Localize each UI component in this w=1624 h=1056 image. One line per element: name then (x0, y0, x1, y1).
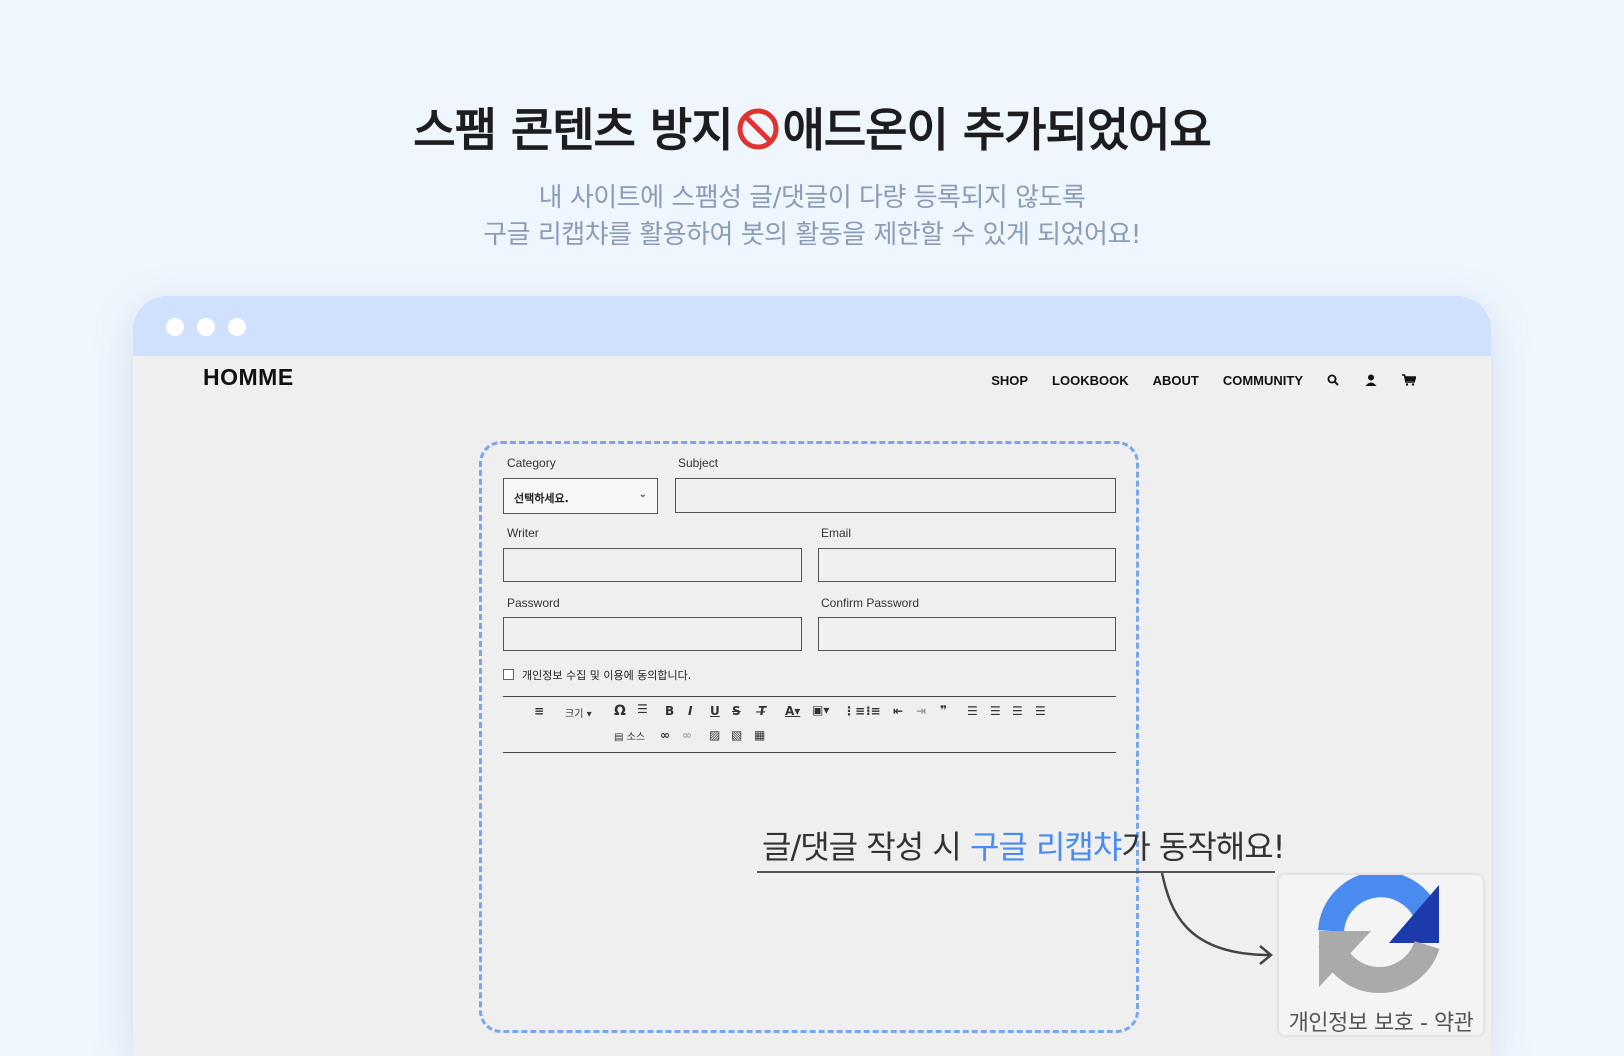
clear-format-icon[interactable]: T̶ (758, 704, 766, 718)
category-select-value: 선택하세요. (514, 492, 569, 505)
arrow-icon (1160, 872, 1273, 965)
window-dot-minimize[interactable] (197, 318, 215, 336)
menu-item-about[interactable]: ABOUT (1153, 373, 1199, 388)
link-icon[interactable]: ∞ (660, 728, 670, 742)
category-label: Category (507, 456, 556, 470)
outdent-icon[interactable]: ⇤ (893, 704, 903, 718)
special-char-icon[interactable]: Ω (614, 703, 626, 719)
hero-subtitle-line1: 내 사이트에 스팸성 글/댓글이 다량 등록되지 않도록 (538, 183, 1086, 213)
search-icon[interactable] (1325, 372, 1341, 388)
window-dot-close[interactable] (166, 318, 184, 336)
indent-icon[interactable]: ⇥ (916, 704, 926, 718)
category-select[interactable]: 선택하세요. ⌄ (503, 478, 658, 514)
horizontal-rule-icon[interactable]: ☰ (637, 702, 648, 716)
annotation-text: 글/댓글 작성 시 구글 리캡챠가 동작해요! (762, 822, 1286, 868)
hero-subtitle: 내 사이트에 스팸성 글/댓글이 다량 등록되지 않도록 구글 리캡챠를 활용하… (0, 180, 1624, 254)
subject-label: Subject (678, 456, 719, 470)
site-header: HOMME SHOP LOOKBOOK ABOUT COMMUNITY (133, 356, 1491, 416)
align-center-icon[interactable]: ☰ (990, 704, 1001, 718)
text-color-icon[interactable]: A▾ (785, 704, 800, 718)
paragraph-format-icon[interactable]: ≡ (534, 704, 544, 718)
password-label: Password (507, 596, 560, 610)
source-label: 소스 (626, 732, 646, 743)
privacy-agree-label: 개인정보 수집 및 이용에 동의합니다. (522, 669, 692, 682)
subject-input[interactable] (675, 478, 1116, 513)
hero-title: 스팸 콘텐츠 방지 애드온이 추가되었어요 (0, 98, 1624, 162)
menu-item-shop[interactable]: SHOP (991, 373, 1028, 388)
password-input[interactable] (503, 617, 802, 651)
editor-toolbar-border (503, 752, 1116, 753)
recaptcha-terms-link[interactable]: 약관 (1434, 1011, 1474, 1036)
write-form-highlight (479, 441, 1139, 1033)
hero-subtitle-line2: 구글 리캡챠를 활용하여 봇의 활동을 제한할 수 있게 되었어요! (483, 220, 1141, 250)
confirm-password-input[interactable] (818, 617, 1116, 651)
bold-icon[interactable]: B (665, 704, 674, 718)
unlink-icon[interactable]: ∞ (682, 728, 692, 742)
browser-titlebar (133, 296, 1491, 356)
menu-item-community[interactable]: COMMUNITY (1223, 373, 1303, 388)
main-menu: SHOP LOOKBOOK ABOUT COMMUNITY (967, 372, 1417, 388)
annotation-accent: 구글 리캡챠 (969, 828, 1122, 866)
source-button[interactable]: ▤ 소스 (614, 728, 645, 743)
cart-icon[interactable] (1401, 372, 1417, 388)
video-icon[interactable]: ▦ (754, 728, 765, 742)
strikethrough-icon[interactable]: S (732, 704, 741, 718)
font-size-label: 크기 (565, 709, 584, 720)
site-logo[interactable]: HOMME (203, 364, 294, 391)
italic-icon[interactable]: I (688, 704, 692, 718)
prohibited-icon (737, 108, 779, 150)
underline-icon[interactable]: U (710, 704, 720, 718)
recaptcha-logo-icon (1318, 871, 1440, 994)
recaptcha-separator: - (1413, 1011, 1434, 1036)
align-right-icon[interactable]: ☰ (1012, 704, 1023, 718)
blockquote-icon[interactable]: ❞ (940, 703, 947, 717)
align-justify-icon[interactable]: ☰ (1035, 704, 1046, 718)
email-label: Email (821, 526, 852, 540)
recaptcha-links: 개인정보 보호 - 약관 (1279, 1005, 1483, 1037)
window-dot-maximize[interactable] (228, 318, 246, 336)
hero-title-after: 애드온이 추가되었어요 (782, 103, 1212, 157)
annotation-before: 글/댓글 작성 시 (762, 828, 970, 866)
annotation-after: 가 동작해요! (1121, 828, 1285, 866)
bullet-list-icon[interactable]: ⁝≡ (866, 704, 881, 718)
writer-label: Writer (507, 526, 539, 540)
background-color-icon[interactable]: ▣▾ (812, 703, 829, 717)
confirm-password-label: Confirm Password (821, 596, 920, 610)
multi-image-icon[interactable]: ▧ (731, 728, 742, 742)
chevron-down-icon: ⌄ (638, 489, 647, 500)
align-left-icon[interactable]: ☰ (967, 704, 978, 718)
recaptcha-badge[interactable]: 개인정보 보호 - 약관 (1279, 871, 1483, 1037)
recaptcha-privacy-link[interactable]: 개인정보 보호 (1289, 1011, 1414, 1036)
user-icon[interactable] (1363, 372, 1379, 388)
writer-input[interactable] (503, 548, 802, 582)
email-input[interactable] (818, 548, 1116, 582)
hero-title-before: 스팸 콘텐츠 방지 (413, 103, 733, 157)
font-size-dropdown[interactable]: 크기 ▾ (565, 705, 592, 720)
numbered-list-icon[interactable]: ⋮≡ (843, 704, 865, 718)
privacy-agree-checkbox[interactable] (503, 669, 514, 680)
editor-top-border (503, 696, 1116, 697)
image-icon[interactable]: ▨ (709, 728, 720, 742)
menu-item-lookbook[interactable]: LOOKBOOK (1052, 373, 1129, 388)
